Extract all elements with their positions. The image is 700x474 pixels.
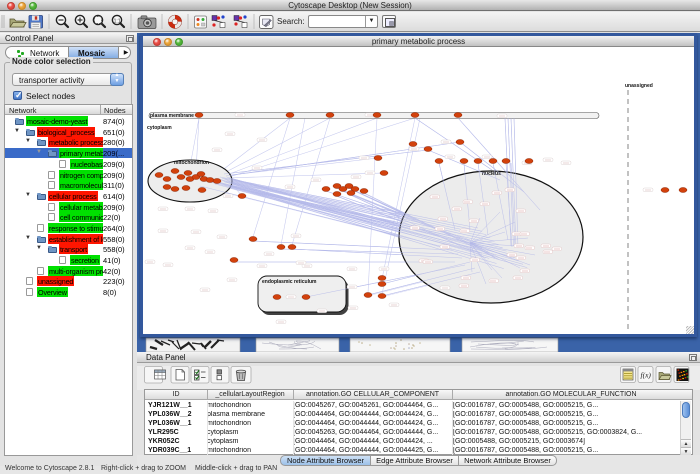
svg-text:unassigned: unassigned bbox=[625, 83, 653, 89]
svg-text:cytoplasm: cytoplasm bbox=[147, 125, 172, 131]
svg-text:plasma membrane: plasma membrane bbox=[150, 113, 194, 119]
svg-text:endoplasmic reticulum: endoplasmic reticulum bbox=[262, 279, 317, 285]
svg-text:mitochondrion: mitochondrion bbox=[174, 160, 209, 166]
svg-text:1:1: 1:1 bbox=[114, 18, 121, 24]
svg-text:f(x): f(x) bbox=[641, 371, 652, 380]
